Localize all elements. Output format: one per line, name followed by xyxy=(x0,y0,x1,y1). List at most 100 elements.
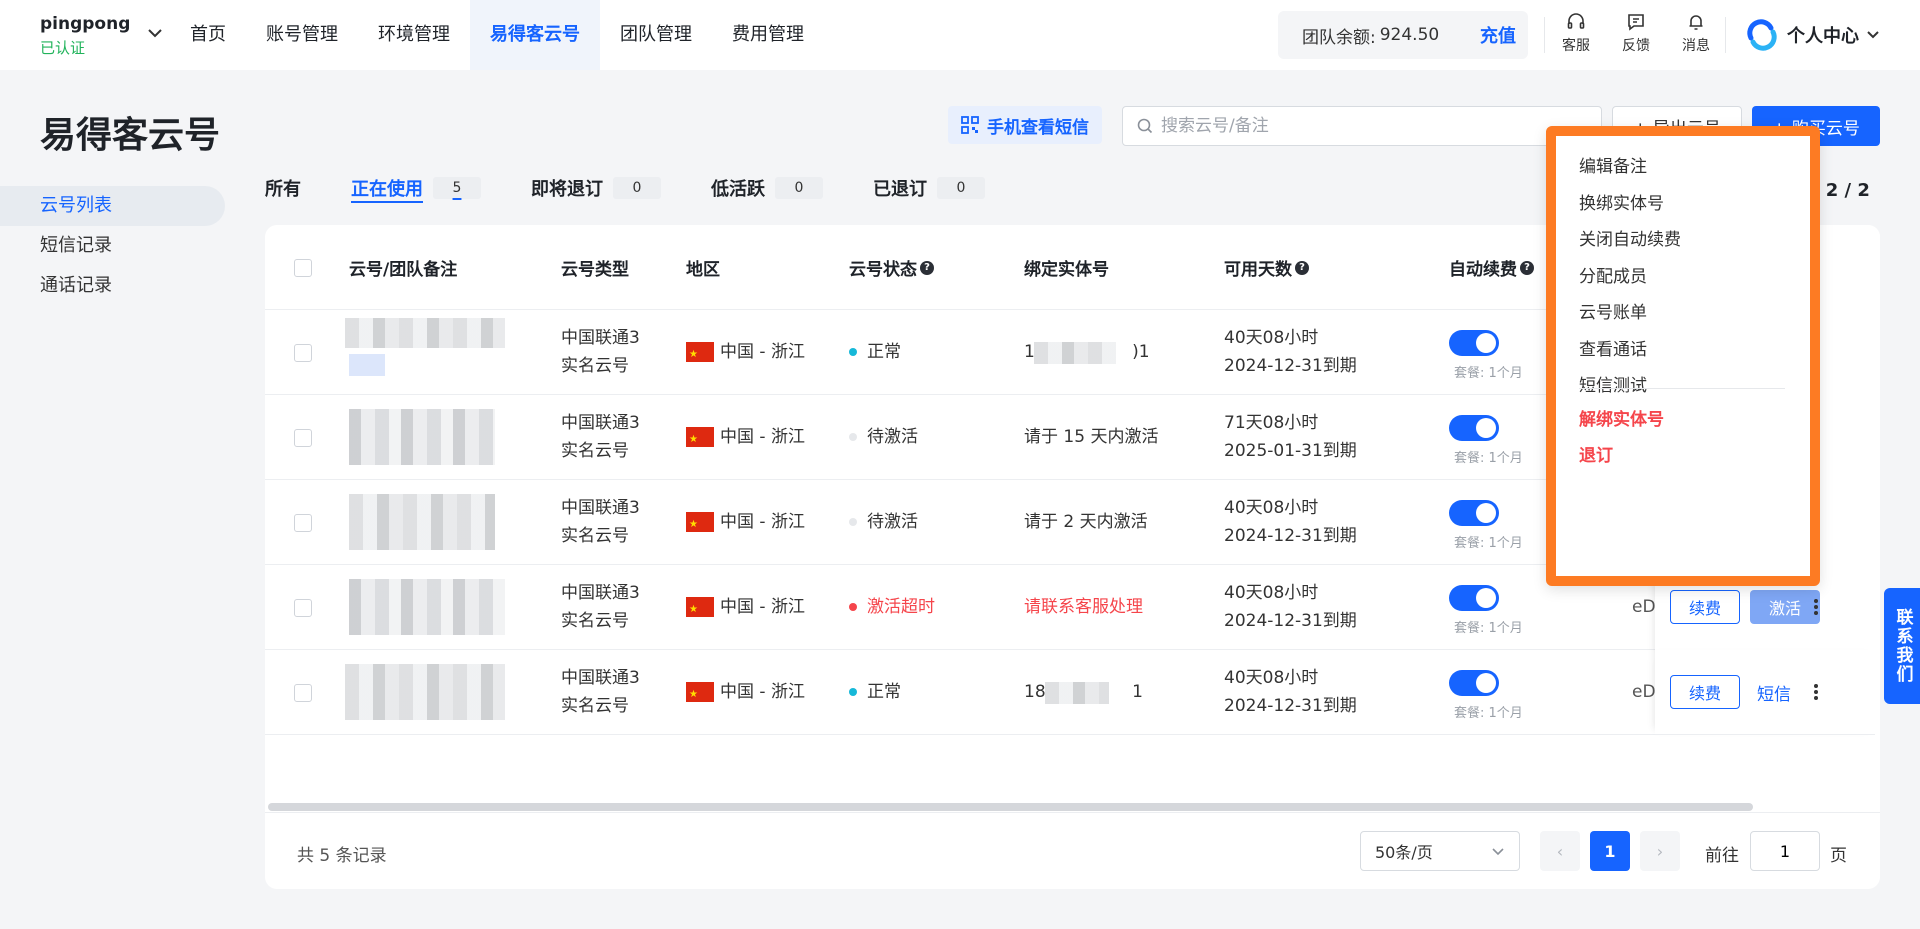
contact-label: 联系我们 xyxy=(1892,608,1913,684)
select-all-checkbox[interactable] xyxy=(294,259,312,277)
menu-item-unbind[interactable]: 解绑实体号 xyxy=(1579,405,1664,430)
auto-renew-toggle[interactable] xyxy=(1449,500,1499,526)
tab-count: 0 xyxy=(937,177,985,199)
redacted-bound-number xyxy=(1045,682,1109,704)
balance-label: 团队余额: xyxy=(1302,27,1376,48)
sidebar-item-number-list[interactable]: 云号列表 xyxy=(0,186,225,226)
menu-item-edit-note[interactable]: 编辑备注 xyxy=(1579,152,1647,177)
search-input[interactable] xyxy=(1161,116,1581,136)
row-checkbox[interactable] xyxy=(294,684,312,702)
next-page-button[interactable]: › xyxy=(1640,831,1680,871)
column-header-days: 可用天数? xyxy=(1224,255,1309,280)
auto-renew-toggle[interactable] xyxy=(1449,670,1499,696)
nav-accounts[interactable]: 账号管理 xyxy=(246,0,358,70)
table-row[interactable]: 中国联通3实名云号 中国 - 浙江 正常 18 1 40天08小时2024-12… xyxy=(265,650,1880,735)
prev-page-button[interactable]: ‹ xyxy=(1540,831,1580,871)
help-icon[interactable]: ? xyxy=(920,260,934,275)
days-line: 71天08小时 xyxy=(1224,413,1319,433)
tab-label: 已退订 xyxy=(873,179,927,200)
nav-team[interactable]: 团队管理 xyxy=(600,0,712,70)
goto-page-input[interactable] xyxy=(1750,831,1820,871)
auto-renew-toggle[interactable] xyxy=(1449,585,1499,611)
status-label: 待激活 xyxy=(867,427,918,447)
nav-cloud-numbers[interactable]: 易得客云号 xyxy=(470,0,600,70)
status: 正常 xyxy=(849,678,901,706)
renew-button[interactable]: 续费 xyxy=(1670,675,1740,709)
team-switcher[interactable]: pingpong 已认证 xyxy=(40,14,130,58)
days-line: 40天08小时 xyxy=(1224,328,1319,348)
menu-item-assign-member[interactable]: 分配成员 xyxy=(1579,262,1647,287)
bound-number: 请于 2 天内激活 xyxy=(1024,512,1148,532)
days-line: 40天08小时 xyxy=(1224,668,1319,688)
sidebar: 云号列表 短信记录 通话记录 xyxy=(0,186,225,306)
days-remaining: 40天08小时 2024-12-31到期 xyxy=(1224,664,1357,720)
status-label: 待激活 xyxy=(867,512,918,532)
menu-item-view-calls[interactable]: 查看通话 xyxy=(1579,335,1647,360)
tab-low-activity[interactable]: 低活跃 0 xyxy=(711,174,823,202)
type-line: 实名云号 xyxy=(561,356,629,376)
horizontal-scrollbar[interactable] xyxy=(268,803,1753,811)
record-total: 共 5 条记录 xyxy=(297,846,387,866)
customer-service-button[interactable]: 客服 xyxy=(1546,12,1606,55)
tab-expiring[interactable]: 即将退订 0 xyxy=(531,174,661,202)
chevron-down-icon[interactable] xyxy=(146,24,164,42)
renew-button[interactable]: 续费 xyxy=(1670,590,1740,624)
divider xyxy=(1725,17,1726,53)
truncated-cell: eD xyxy=(1632,682,1656,702)
menu-item-bill[interactable]: 云号账单 xyxy=(1579,298,1647,323)
tab-all[interactable]: 所有 xyxy=(265,174,301,202)
expire-line: 2024-12-31到期 xyxy=(1224,696,1357,716)
status-label: 正常 xyxy=(867,682,901,702)
more-icon[interactable] xyxy=(1811,682,1821,704)
auto-renew-toggle[interactable] xyxy=(1449,415,1499,441)
auto-renew-toggle[interactable] xyxy=(1449,330,1499,356)
sms-link[interactable]: 短信 xyxy=(1757,680,1791,705)
more-icon[interactable] xyxy=(1811,597,1821,619)
row-checkbox[interactable] xyxy=(294,429,312,447)
tab-in-use[interactable]: 正在使用 5 xyxy=(351,174,481,202)
redacted-number xyxy=(345,664,505,720)
type-line: 中国联通3 xyxy=(561,498,640,518)
plan-label: 套餐: 1个月 xyxy=(1454,706,1523,721)
number-type: 中国联通3 实名云号 xyxy=(561,324,640,380)
recharge-link[interactable]: 充值 xyxy=(1480,22,1516,48)
nav-environments[interactable]: 环境管理 xyxy=(358,0,470,70)
column-header-region: 地区 xyxy=(686,255,720,280)
page-number[interactable]: 1 xyxy=(1590,831,1630,871)
nav-home[interactable]: 首页 xyxy=(170,0,246,70)
mobile-sms-button[interactable]: 手机查看短信 xyxy=(948,106,1102,144)
help-icon[interactable]: ? xyxy=(1520,260,1534,275)
days-remaining: 40天08小时 2024-12-31到期 xyxy=(1224,324,1357,380)
contact-us-button[interactable]: 联系我们 xyxy=(1884,588,1920,704)
region: 中国 - 浙江 xyxy=(686,338,805,369)
tab-unsubscribed[interactable]: 已退订 0 xyxy=(873,174,985,202)
column-header-auto-renew: 自动续费? xyxy=(1449,255,1534,280)
row-checkbox[interactable] xyxy=(294,599,312,617)
messages-button[interactable]: 消息 xyxy=(1666,12,1726,55)
header-label: 云号类型 xyxy=(561,260,629,280)
tab-count: 0 xyxy=(775,177,823,199)
menu-item-rebind[interactable]: 换绑实体号 xyxy=(1579,189,1664,214)
nav-billing[interactable]: 费用管理 xyxy=(712,0,824,70)
sidebar-item-sms-records[interactable]: 短信记录 xyxy=(0,226,225,266)
bell-icon xyxy=(1689,15,1703,30)
expire-line: 2024-12-31到期 xyxy=(1224,356,1357,376)
header-tools: 客服 反馈 消息 xyxy=(1546,12,1726,55)
profile-menu[interactable]: 个人中心 xyxy=(1745,18,1881,52)
menu-item-unsubscribe[interactable]: 退订 xyxy=(1579,441,1613,466)
search-box[interactable] xyxy=(1122,106,1602,146)
chevron-down-icon xyxy=(1867,31,1879,39)
help-icon[interactable]: ? xyxy=(1295,260,1309,275)
activate-button[interactable]: 激活 xyxy=(1750,590,1820,624)
row-checkbox[interactable] xyxy=(294,514,312,532)
tool-label: 反馈 xyxy=(1622,38,1650,54)
page-size-select[interactable]: 50条/页 xyxy=(1360,831,1520,871)
sidebar-item-call-records[interactable]: 通话记录 xyxy=(0,266,225,306)
china-flag-icon xyxy=(686,426,714,454)
menu-item-disable-auto-renew[interactable]: 关闭自动续费 xyxy=(1579,225,1681,250)
feedback-button[interactable]: 反馈 xyxy=(1606,12,1666,55)
header-label: 地区 xyxy=(686,260,720,280)
row-checkbox[interactable] xyxy=(294,344,312,362)
tab-label: 所有 xyxy=(265,179,301,200)
menu-item-sms-test[interactable]: 短信测试 xyxy=(1579,371,1647,396)
